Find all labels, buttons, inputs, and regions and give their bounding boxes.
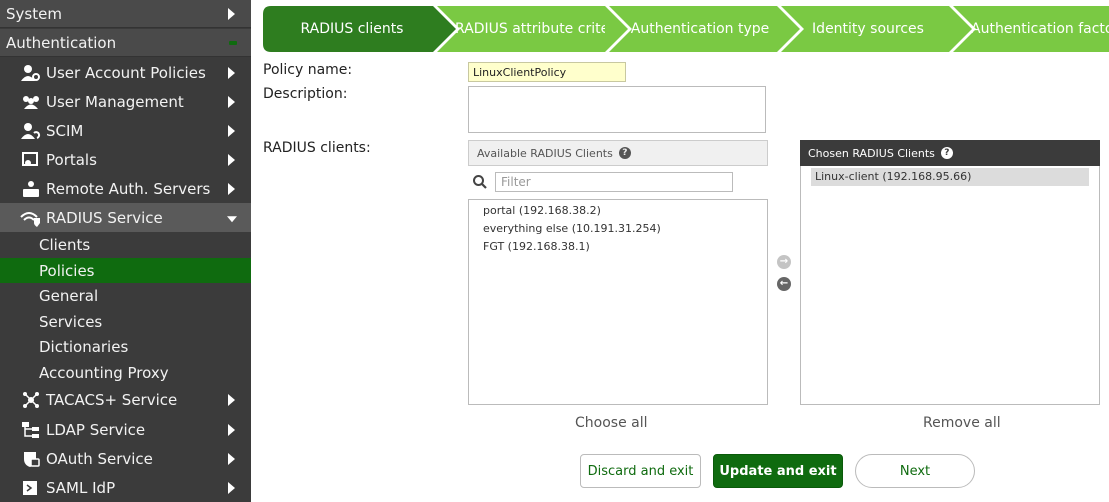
step-radius-attribute-criteria[interactable]: RADIUS attribute criteri [455, 6, 605, 52]
step-authentication-factors[interactable]: Authentication factors [971, 6, 1109, 52]
available-clients-title: Available RADIUS Clients [477, 146, 613, 160]
description-input[interactable] [468, 86, 766, 133]
wifi-shield-icon [20, 208, 42, 228]
chevron-right-icon [228, 452, 235, 465]
chosen-clients-header: Chosen RADIUS Clients ? [800, 140, 1100, 166]
sidebar-item-label: SAML IdP [46, 478, 116, 497]
chevron-right-icon [228, 95, 235, 108]
sidebar-item-label: Accounting Proxy [39, 363, 169, 382]
step-radius-clients[interactable]: RADIUS clients [263, 6, 441, 52]
list-item[interactable]: FGT (192.168.38.1) [469, 238, 767, 256]
portal-icon [20, 150, 42, 170]
sidebar-item-system[interactable]: System [0, 0, 251, 28]
description-label: Description: [263, 86, 348, 102]
chevron-right-icon [228, 182, 235, 195]
sidebar-item-label: Authentication [6, 33, 117, 52]
list-item[interactable]: everything else (10.191.31.254) [469, 220, 767, 238]
policy-name-input[interactable] [468, 62, 626, 82]
id-card-icon [20, 478, 42, 498]
sidebar-item-remote-auth-servers[interactable]: Remote Auth. Servers [0, 174, 251, 203]
shield-lock-icon [20, 449, 42, 469]
sidebar-item-label: Services [39, 312, 103, 331]
move-right-icon[interactable]: → [777, 255, 791, 269]
available-clients-list[interactable]: portal (192.168.38.2) everything else (1… [468, 199, 768, 405]
sidebar-item-label: Policies [39, 261, 95, 280]
wizard-steps: RADIUS clients RADIUS attribute criteri … [263, 6, 1109, 52]
sidebar-item-label: User Account Policies [46, 63, 206, 82]
help-icon[interactable]: ? [618, 147, 631, 159]
help-icon[interactable]: ? [940, 147, 953, 159]
sidebar-item-label: Remote Auth. Servers [46, 179, 211, 198]
chevron-right-icon [228, 124, 235, 137]
sidebar-item-tacacs-service[interactable]: TACACS+ Service [0, 385, 251, 414]
sidebar-subitem-general[interactable]: General [0, 283, 251, 308]
server-user-icon [20, 179, 42, 199]
sidebar-subitem-clients[interactable]: Clients [0, 232, 251, 257]
network-icon [20, 390, 42, 410]
chevron-right-icon [228, 153, 235, 166]
policy-name-label: Policy name: [263, 62, 353, 78]
sidebar-item-label: General [39, 286, 99, 305]
expanded-indicator-icon [229, 40, 237, 45]
step-identity-sources[interactable]: Identity sources [797, 6, 939, 52]
sidebar-subitem-policies[interactable]: Policies [0, 258, 251, 283]
sidebar-item-user-management[interactable]: User Management [0, 87, 251, 116]
chevron-right-icon [228, 481, 235, 494]
remove-all-link[interactable]: Remove all [923, 415, 1001, 431]
sidebar-item-label: LDAP Service [46, 420, 146, 439]
available-clients-header: Available RADIUS Clients ? [468, 140, 768, 166]
sidebar-item-label: Clients [39, 235, 91, 254]
sidebar-subitem-dictionaries[interactable]: Dictionaries [0, 334, 251, 359]
discard-and-exit-button[interactable]: Discard and exit [580, 454, 701, 488]
filter-input[interactable] [495, 172, 733, 192]
sidebar-item-label: RADIUS Service [46, 208, 163, 227]
sidebar-item-oauth-service[interactable]: OAuth Service [0, 444, 251, 473]
next-button[interactable]: Next [855, 454, 975, 488]
sidebar-item-saml-idp[interactable]: SAML IdP [0, 473, 251, 502]
chevron-down-icon [227, 215, 237, 222]
step-authentication-type[interactable]: Authentication type [625, 6, 775, 52]
update-and-exit-button[interactable]: Update and exit [713, 454, 843, 488]
sidebar-item-label: SCIM [46, 121, 84, 140]
sidebar-item-authentication[interactable]: Authentication [0, 29, 251, 57]
sidebar-item-radius-service[interactable]: RADIUS Service [0, 203, 251, 232]
sidebar-item-label: Dictionaries [39, 337, 129, 356]
sidebar: System Authentication User Account Polic… [0, 0, 251, 502]
chosen-clients-list[interactable]: Linux-client (192.168.95.66) [800, 166, 1100, 405]
search-icon [472, 174, 488, 194]
list-item[interactable]: Linux-client (192.168.95.66) [811, 168, 1089, 186]
sidebar-item-scim[interactable]: SCIM [0, 116, 251, 145]
sidebar-item-portals[interactable]: Portals [0, 145, 251, 174]
user-sync-icon [20, 121, 42, 141]
sidebar-item-user-account-policies[interactable]: User Account Policies [0, 58, 251, 87]
users-icon [20, 92, 42, 112]
tree-icon [20, 420, 42, 440]
radius-clients-label: RADIUS clients: [263, 140, 371, 156]
sidebar-subitem-accounting-proxy[interactable]: Accounting Proxy [0, 360, 251, 385]
chevron-right-icon [228, 423, 235, 436]
chevron-right-icon [228, 66, 235, 79]
sidebar-item-label: User Management [46, 92, 184, 111]
choose-all-link[interactable]: Choose all [575, 415, 648, 431]
chevron-right-icon [228, 393, 235, 406]
chosen-clients-title: Chosen RADIUS Clients [808, 146, 935, 160]
list-item[interactable]: portal (192.168.38.2) [469, 202, 767, 220]
user-gear-icon [20, 63, 42, 83]
sidebar-item-ldap-service[interactable]: LDAP Service [0, 415, 251, 444]
chevron-right-icon [228, 7, 235, 20]
sidebar-item-label: TACACS+ Service [46, 390, 178, 409]
sidebar-subitem-services[interactable]: Services [0, 309, 251, 334]
move-left-icon[interactable]: ← [777, 277, 791, 291]
sidebar-item-label: OAuth Service [46, 449, 153, 468]
sidebar-item-label: Portals [46, 150, 97, 169]
sidebar-item-label: System [6, 4, 62, 23]
